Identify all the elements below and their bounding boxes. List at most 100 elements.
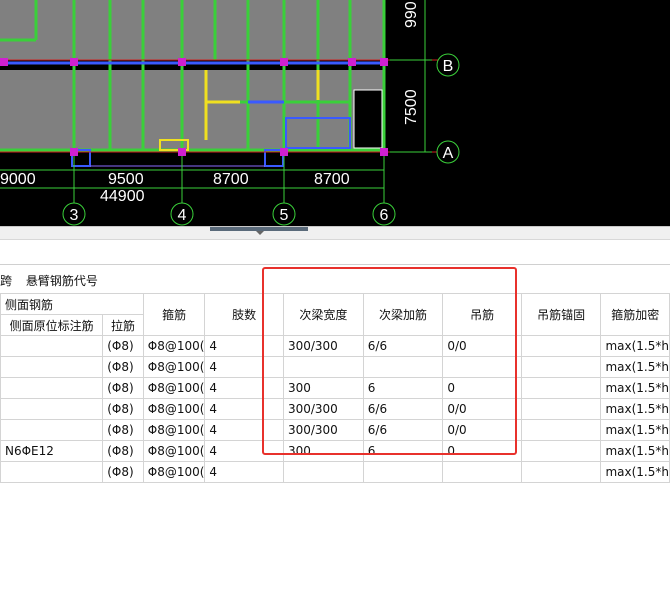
table-cell-anchor[interactable] bbox=[520, 398, 602, 420]
table-cell-stirrup[interactable]: Φ8@100( bbox=[142, 377, 206, 399]
total-span-label: 44900 bbox=[100, 188, 145, 205]
slab-panels bbox=[0, 0, 384, 150]
table-cell-anchor[interactable] bbox=[520, 356, 602, 378]
table-cell-width[interactable]: 300 bbox=[282, 377, 364, 399]
header-legs[interactable]: 肢数 bbox=[204, 293, 284, 336]
table-cell-tie[interactable]: (Φ8) bbox=[102, 398, 144, 420]
table-cell-legs[interactable]: 4 bbox=[204, 335, 284, 357]
table-cell-dense[interactable]: max(1.5*h bbox=[600, 461, 670, 483]
table-row[interactable]: (Φ8) Φ8@100(4 300/300 6/6 0/0 max(1.5*h bbox=[0, 398, 670, 420]
table-cell-add[interactable]: 6/6 bbox=[362, 398, 444, 420]
table-cell-tie[interactable]: (Φ8) bbox=[102, 356, 144, 378]
column-group-bar: 跨 悬臂钢筋代号 bbox=[0, 272, 108, 290]
table-cell-legs[interactable]: 4 bbox=[204, 377, 284, 399]
table-cell-dense[interactable]: max(1.5*h bbox=[600, 440, 670, 462]
table-cell-stirrup[interactable]: Φ8@100( bbox=[142, 419, 206, 441]
table-row[interactable]: (Φ8) Φ8@100(4 300/300 6/6 0/0 max(1.5*h bbox=[0, 419, 670, 441]
table-cell-hanger[interactable] bbox=[442, 461, 522, 483]
panel-separator bbox=[0, 264, 670, 265]
table-cell-tie[interactable]: (Φ8) bbox=[102, 461, 144, 483]
table-cell-add[interactable] bbox=[362, 356, 444, 378]
table-cell-side[interactable] bbox=[0, 335, 104, 357]
table-cell-side[interactable] bbox=[0, 419, 104, 441]
table-cell-hanger[interactable]: 0/0 bbox=[442, 335, 522, 357]
table-cell-side[interactable] bbox=[0, 461, 104, 483]
axis-label: B bbox=[443, 58, 454, 75]
table-cell-anchor[interactable] bbox=[520, 461, 602, 483]
table-cell-tie[interactable]: (Φ8) bbox=[102, 335, 144, 357]
header-tie[interactable]: 拉筋 bbox=[102, 314, 144, 336]
table-cell-legs[interactable]: 4 bbox=[204, 440, 284, 462]
column-label-span[interactable]: 跨 bbox=[0, 274, 12, 288]
table-row[interactable]: (Φ8) Φ8@100(4 max(1.5*h bbox=[0, 461, 670, 483]
span-label: 9000 bbox=[0, 171, 36, 188]
splitter-bar[interactable] bbox=[0, 226, 670, 240]
table-cell-add[interactable]: 6/6 bbox=[362, 419, 444, 441]
table-cell-anchor[interactable] bbox=[520, 419, 602, 441]
chevron-down-icon[interactable] bbox=[256, 231, 264, 235]
table-cell-width[interactable] bbox=[282, 461, 364, 483]
table-cell-width[interactable]: 300/300 bbox=[282, 398, 364, 420]
property-panel: 跨 悬臂钢筋代号 侧面钢筋 箍筋 肢数 次梁宽度 次梁加筋 吊筋 吊筋锚固 箍筋… bbox=[0, 240, 670, 591]
table-cell-hanger[interactable]: 0 bbox=[442, 377, 522, 399]
table-cell-hanger[interactable]: 0/0 bbox=[442, 398, 522, 420]
table-cell-anchor[interactable] bbox=[520, 377, 602, 399]
table-cell-stirrup[interactable]: Φ8@100( bbox=[142, 461, 206, 483]
table-cell-legs[interactable]: 4 bbox=[204, 356, 284, 378]
table-cell-stirrup[interactable]: Φ8@100( bbox=[142, 356, 206, 378]
table-cell-side[interactable] bbox=[0, 398, 104, 420]
table-cell-legs[interactable]: 4 bbox=[204, 419, 284, 441]
header-secondary-width[interactable]: 次梁宽度 bbox=[282, 293, 364, 336]
table-cell-hanger[interactable]: 0/0 bbox=[442, 419, 522, 441]
table-cell-side[interactable]: N6ΦE12 bbox=[0, 440, 104, 462]
table-cell-width[interactable]: 300/300 bbox=[282, 419, 364, 441]
table-row[interactable]: (Φ8) Φ8@100(4 max(1.5*h bbox=[0, 356, 670, 378]
table-cell-add[interactable] bbox=[362, 461, 444, 483]
table-cell-width[interactable] bbox=[282, 356, 364, 378]
table-cell-hanger[interactable]: 0 bbox=[442, 440, 522, 462]
table-cell-anchor[interactable] bbox=[520, 440, 602, 462]
table-cell-add[interactable]: 6/6 bbox=[362, 335, 444, 357]
header-side-original[interactable]: 侧面原位标注筋 bbox=[0, 314, 104, 336]
cad-drawing-canvas[interactable]: 9000 9500 8700 8700 44900 990 7500 3 4 5… bbox=[0, 0, 670, 226]
header-stirrup[interactable]: 箍筋 bbox=[142, 293, 206, 336]
table-cell-stirrup[interactable]: Φ8@100( bbox=[142, 335, 206, 357]
table-cell-dense[interactable]: max(1.5*h bbox=[600, 398, 670, 420]
table-cell-width[interactable]: 300 bbox=[282, 440, 364, 462]
table-cell-dense[interactable]: max(1.5*h bbox=[600, 335, 670, 357]
table-cell-stirrup[interactable]: Φ8@100( bbox=[142, 398, 206, 420]
axis-label: 5 bbox=[280, 207, 289, 224]
header-stirrup-dense[interactable]: 箍筋加密 bbox=[600, 293, 670, 336]
table-cell-add[interactable]: 6 bbox=[362, 440, 444, 462]
table-cell-anchor[interactable] bbox=[520, 335, 602, 357]
axis-label: 3 bbox=[70, 207, 79, 224]
table-cell-stirrup[interactable]: Φ8@100( bbox=[142, 440, 206, 462]
table-cell-dense[interactable]: max(1.5*h bbox=[600, 356, 670, 378]
table-row[interactable]: (Φ8) Φ8@100(4 300 6 0 max(1.5*h bbox=[0, 377, 670, 399]
table-cell-side[interactable] bbox=[0, 356, 104, 378]
right-dim-label: 7500 bbox=[403, 89, 420, 125]
table-row[interactable]: (Φ8) Φ8@100(4 300/300 6/6 0/0 max(1.5*h bbox=[0, 335, 670, 357]
header-hanger[interactable]: 吊筋 bbox=[442, 293, 522, 336]
header-hanger-anchor[interactable]: 吊筋锚固 bbox=[520, 293, 602, 336]
span-label: 9500 bbox=[108, 171, 144, 188]
axis-label: 4 bbox=[178, 207, 187, 224]
table-cell-legs[interactable]: 4 bbox=[204, 461, 284, 483]
table-cell-tie[interactable]: (Φ8) bbox=[102, 440, 144, 462]
table-cell-legs[interactable]: 4 bbox=[204, 398, 284, 420]
table-cell-hanger[interactable] bbox=[442, 356, 522, 378]
header-side-rebar-group[interactable]: 侧面钢筋 bbox=[0, 293, 144, 315]
table-cell-tie[interactable]: (Φ8) bbox=[102, 419, 144, 441]
table-cell-width[interactable]: 300/300 bbox=[282, 335, 364, 357]
table-row[interactable]: N6ΦE12 (Φ8) Φ8@100(4 300 6 0 max(1.5*h bbox=[0, 440, 670, 462]
beam-plan-drawing: 9000 9500 8700 8700 44900 990 7500 3 4 5… bbox=[0, 0, 460, 226]
table-cell-dense[interactable]: max(1.5*h bbox=[600, 419, 670, 441]
table-cell-add[interactable]: 6 bbox=[362, 377, 444, 399]
right-dim-label: 990 bbox=[403, 1, 420, 28]
table-cell-side[interactable] bbox=[0, 377, 104, 399]
axis-label: 6 bbox=[380, 207, 389, 224]
table-cell-tie[interactable]: (Φ8) bbox=[102, 377, 144, 399]
table-cell-dense[interactable]: max(1.5*h bbox=[600, 377, 670, 399]
header-secondary-add[interactable]: 次梁加筋 bbox=[362, 293, 444, 336]
column-label-cantilever[interactable]: 悬臂钢筋代号 bbox=[26, 274, 98, 288]
